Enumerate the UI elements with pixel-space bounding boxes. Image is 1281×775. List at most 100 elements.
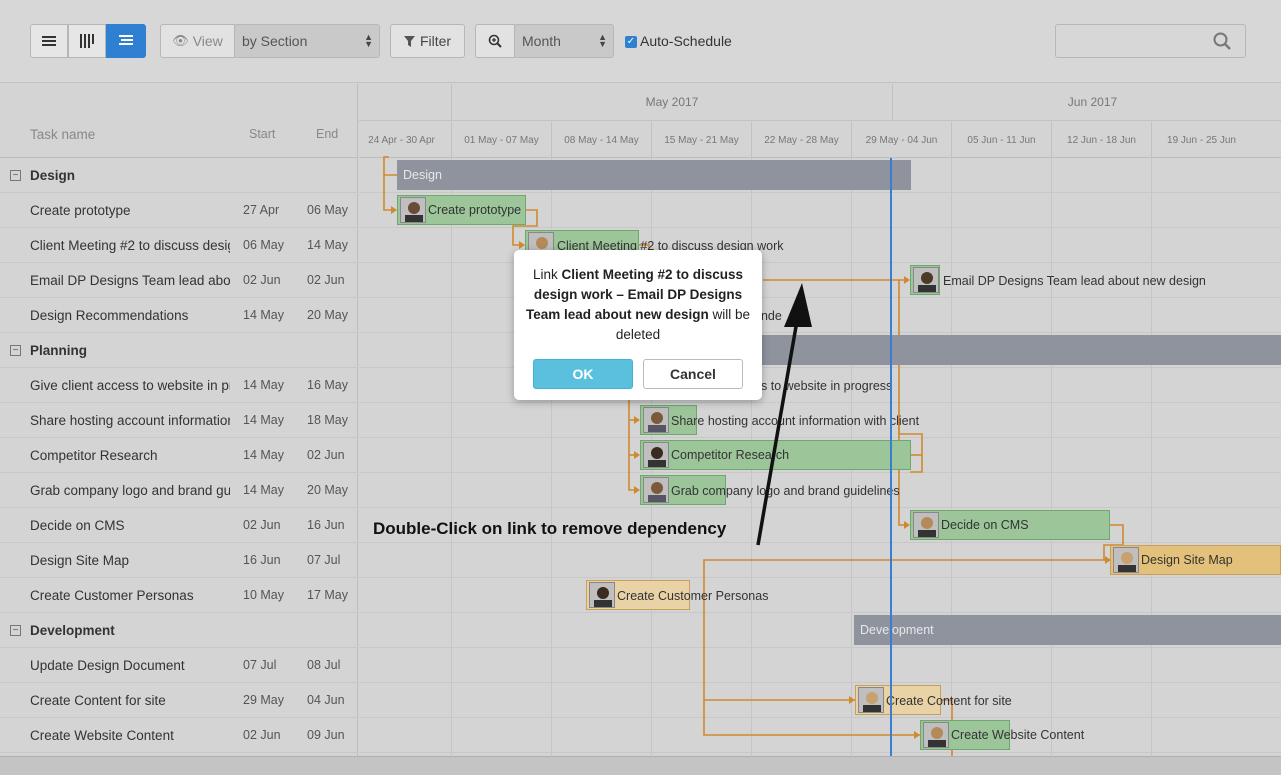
list-view-button[interactable] xyxy=(30,24,68,58)
section-bar-development[interactable]: Development xyxy=(854,615,1281,645)
task-start: 29 May xyxy=(243,693,284,707)
task-row[interactable]: Create Content for site 29 May 04 Jun xyxy=(0,683,358,718)
cancel-label: Cancel xyxy=(670,366,716,382)
select-arrows-icon: ▲ ▼ xyxy=(598,32,607,49)
scale-select[interactable]: Month ▲ ▼ xyxy=(514,24,614,58)
section-row[interactable]: − Design xyxy=(0,158,358,193)
link-cms[interactable] xyxy=(898,420,906,526)
task-end: 04 Jun xyxy=(307,693,345,707)
task-row[interactable]: Create Customer Personas 10 May 17 May xyxy=(0,578,358,613)
task-row[interactable]: Design Recommendations 14 May 20 May xyxy=(0,298,358,333)
eye-icon: 👁 xyxy=(172,33,189,48)
bar-label: Create prototype xyxy=(428,203,522,217)
gantt-view-button[interactable] xyxy=(106,24,146,58)
task-row[interactable]: Create Website Content 02 Jun 09 Jun xyxy=(0,718,358,753)
zoom-button[interactable] xyxy=(475,24,515,58)
start-header[interactable]: Start xyxy=(249,127,275,141)
task-name: Client Meeting #2 to discuss design work xyxy=(30,237,230,253)
task-row[interactable]: Give client access to website in progres… xyxy=(0,368,358,403)
task-name-header[interactable]: Task name xyxy=(30,127,95,142)
task-start: 10 May xyxy=(243,588,284,602)
task-row[interactable]: Create prototype 27 Apr 06 May xyxy=(0,193,358,228)
cancel-button[interactable]: Cancel xyxy=(643,359,743,389)
task-start: 14 May xyxy=(243,413,284,427)
ok-button[interactable]: OK xyxy=(533,359,633,389)
task-bar-website-content[interactable]: Create Website Content xyxy=(920,720,1084,750)
section-row[interactable]: − Planning xyxy=(0,333,358,368)
task-end: 16 Jun xyxy=(307,518,345,532)
task-row[interactable]: Grab company logo and brand guidelines 14… xyxy=(0,473,358,508)
task-name: Create Customer Personas xyxy=(30,587,194,603)
task-start: 14 May xyxy=(243,308,284,322)
ok-label: OK xyxy=(572,366,594,382)
task-start: 02 Jun xyxy=(243,518,281,532)
avatar xyxy=(589,582,615,608)
task-end: 08 Jul xyxy=(307,658,341,672)
task-bar-decide-cms[interactable]: Decide on CMS xyxy=(910,510,1110,540)
task-name: Grab company logo and brand guidelines xyxy=(30,482,230,498)
link-prototype[interactable] xyxy=(383,175,393,211)
auto-schedule-checkbox[interactable]: ✓ xyxy=(625,36,637,48)
task-name: Development xyxy=(30,622,115,638)
view-button[interactable]: 👁 View xyxy=(160,24,235,58)
collapse-icon[interactable]: − xyxy=(10,624,21,636)
bar-label: Create Content for site xyxy=(886,694,1012,708)
horizontal-scrollbar[interactable] xyxy=(0,756,1281,775)
task-end: 20 May xyxy=(307,308,348,322)
section-bar-design[interactable]: Design xyxy=(397,160,911,190)
avatar xyxy=(858,687,884,713)
collapse-icon[interactable]: − xyxy=(10,344,21,356)
group-by-value: by Section xyxy=(242,33,308,49)
link-planning[interactable] xyxy=(628,384,640,491)
task-start: 27 Apr xyxy=(243,203,280,217)
task-end: 14 May xyxy=(307,238,348,252)
avatar xyxy=(913,267,939,293)
list-icon xyxy=(42,36,56,46)
task-bar-email-dp[interactable] xyxy=(910,265,940,295)
task-bar-site-map[interactable]: Design Site Map xyxy=(1110,545,1281,575)
task-end: 07 Jul xyxy=(307,553,341,567)
link-design[interactable] xyxy=(383,156,397,176)
bar-label: Create Customer Personas xyxy=(617,589,769,603)
board-view-button[interactable] xyxy=(68,24,106,58)
section-bar-planning[interactable] xyxy=(759,335,1281,365)
avatar xyxy=(923,722,949,748)
task-end: 16 May xyxy=(307,378,348,392)
annotation-arrow-icon xyxy=(756,283,812,546)
task-row[interactable]: Share hosting account information with c… xyxy=(0,403,358,438)
task-bar-create-prototype[interactable]: Create prototype xyxy=(397,195,526,225)
task-end: 09 Jun xyxy=(307,728,345,742)
task-name: Create Content for site xyxy=(30,692,166,708)
section-row[interactable]: − Development xyxy=(0,613,358,648)
task-start: 14 May xyxy=(243,378,284,392)
task-row[interactable]: Update Design Document 07 Jul 08 Jul xyxy=(0,648,358,683)
end-header[interactable]: End xyxy=(316,127,338,141)
group-by-select[interactable]: by Section ▲ ▼ xyxy=(234,24,380,58)
auto-schedule-label: Auto-Schedule xyxy=(640,33,732,49)
task-name: Design xyxy=(30,167,76,183)
gantt-icon xyxy=(119,35,133,45)
task-start: 16 Jun xyxy=(243,553,281,567)
task-name: Share hosting account information with c… xyxy=(30,412,230,428)
task-row[interactable]: Email DP Designs Team lead about new des… xyxy=(0,263,358,298)
filter-label: Filter xyxy=(419,33,452,49)
delete-link-dialog: Link Client Meeting #2 to discuss design… xyxy=(514,250,762,400)
bar-label: Email DP Designs Team lead about new des… xyxy=(943,274,1206,288)
bar-label: Development xyxy=(860,623,934,637)
filter-button[interactable]: Filter xyxy=(390,24,465,58)
task-row[interactable]: Competitor Research 14 May 02 Jun xyxy=(0,438,358,473)
task-row[interactable]: Design Site Map 16 Jun 07 Jul xyxy=(0,543,358,578)
avatar xyxy=(913,512,939,538)
task-name: Create prototype xyxy=(30,202,131,218)
task-row[interactable]: Decide on CMS 02 Jun 16 Jun xyxy=(0,508,358,543)
task-row[interactable]: Client Meeting #2 to discuss design work… xyxy=(0,228,358,263)
select-arrows-icon: ▲ ▼ xyxy=(364,32,373,49)
columns-icon xyxy=(80,34,94,48)
collapse-icon[interactable]: − xyxy=(10,169,21,181)
task-name: Planning xyxy=(30,342,87,358)
dialog-message: Link Client Meeting #2 to discuss design… xyxy=(524,265,752,345)
search-input[interactable] xyxy=(1055,24,1246,58)
task-end: 18 May xyxy=(307,413,348,427)
task-name: Give client access to website in progres… xyxy=(30,377,230,393)
task-name: Update Design Document xyxy=(30,657,185,673)
